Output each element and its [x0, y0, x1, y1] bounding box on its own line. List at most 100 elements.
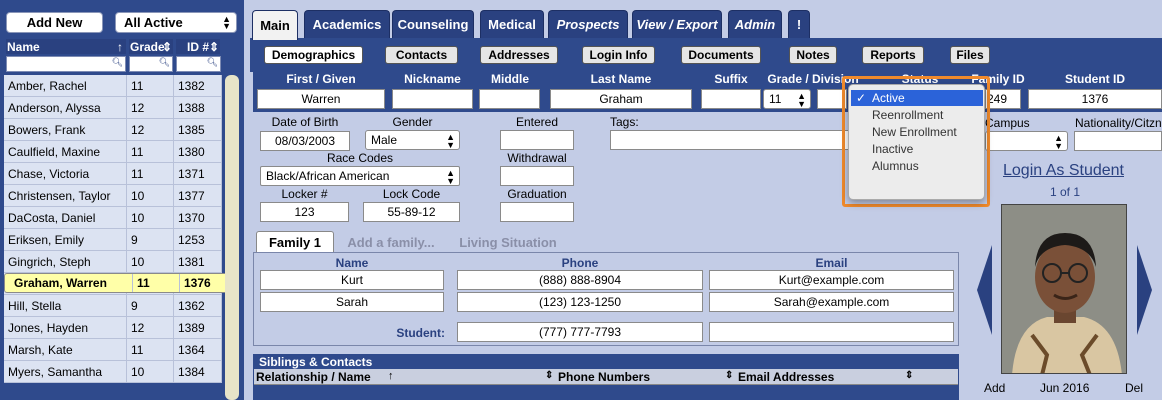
tab-view-export[interactable]: View / Export — [632, 10, 722, 38]
nationality-field[interactable] — [1074, 131, 1162, 151]
middle-name-field[interactable] — [479, 89, 540, 109]
list-scrollbar[interactable] — [225, 75, 239, 400]
select-arrows-icon: ▲ ▼ — [446, 168, 455, 186]
campus-select[interactable]: ▲ ▼ — [985, 131, 1068, 151]
subtab-addresses[interactable]: Addresses — [480, 46, 558, 64]
entered-field[interactable] — [500, 130, 574, 150]
list-cell-id: 1362 — [174, 295, 222, 316]
next-photo-icon[interactable] — [1137, 245, 1152, 335]
status-option-inactive[interactable]: Inactive — [851, 141, 983, 157]
sibling-relationship-header[interactable]: Relationship / Name — [256, 370, 371, 384]
student-phone-field[interactable]: (777) 777-7793 — [457, 322, 703, 342]
nickname-field[interactable] — [392, 89, 473, 109]
status-option-alumnus[interactable]: Alumnus — [851, 158, 983, 174]
list-item[interactable]: Jones, Hayden 12 1389 — [4, 317, 222, 339]
gender-label: Gender — [392, 115, 433, 129]
family-phone-field[interactable]: (123) 123-1250 — [457, 292, 703, 312]
tab-add-family[interactable]: Add a family... — [340, 231, 442, 253]
name-filter-input[interactable]: 🔍︎ — [6, 56, 126, 72]
lockcode-label: Lock Code — [382, 187, 441, 201]
family-name-field[interactable]: Sarah — [260, 292, 444, 312]
column-header-name[interactable]: Name ↑ — [6, 39, 126, 54]
subtab-login-info[interactable]: Login Info — [582, 46, 655, 64]
list-cell-grade: 10 — [127, 185, 174, 206]
status-option-label: New Enrollment — [872, 125, 957, 139]
add-photo-button[interactable]: Add — [984, 381, 1005, 395]
column-header-id[interactable]: ID # ⇕ — [176, 39, 220, 54]
list-item[interactable]: Christensen, Taylor 10 1377 — [4, 185, 222, 207]
last-name-field[interactable]: Graham — [550, 89, 692, 109]
previous-photo-icon[interactable] — [977, 245, 992, 335]
first-name-field[interactable]: Warren — [257, 89, 385, 109]
lockcode-field[interactable]: 55-89-12 — [363, 202, 460, 222]
subtab-reports[interactable]: Reports — [862, 46, 924, 64]
login-as-student-link[interactable]: Login As Student — [1003, 162, 1124, 180]
list-item[interactable]: DaCosta, Daniel 10 1370 — [4, 207, 222, 229]
student-id-field[interactable]: 1376 — [1028, 89, 1162, 109]
tab-living-situation[interactable]: Living Situation — [452, 231, 564, 253]
select-arrows-icon: ▲ ▼ — [797, 91, 806, 109]
list-item[interactable]: Marsh, Kate 11 1364 — [4, 339, 222, 361]
list-item[interactable]: Amber, Rachel 11 1382 — [4, 75, 222, 97]
list-cell-grade: 10 — [127, 251, 174, 272]
subtab-demographics[interactable]: Demographics — [264, 46, 363, 64]
id-filter-input[interactable]: 🔍︎ — [176, 56, 221, 72]
list-item[interactable]: Gingrich, Steph 10 1381 — [4, 251, 222, 273]
subtab-contacts[interactable]: Contacts — [385, 46, 458, 64]
tab-![interactable]: ! — [788, 10, 810, 38]
withdrawal-field[interactable] — [500, 166, 574, 186]
list-cell-grade: 11 — [127, 163, 174, 184]
delete-photo-button[interactable]: Del — [1125, 381, 1143, 395]
suffix-field[interactable] — [701, 89, 761, 109]
race-select[interactable]: Black/African American ▲ ▼ — [260, 166, 460, 186]
grade-filter-input[interactable]: 🔍︎ — [129, 56, 173, 72]
family-email-field[interactable]: Kurt@example.com — [709, 270, 954, 290]
family-email-field[interactable]: Sarah@example.com — [709, 292, 954, 312]
subtab-notes[interactable]: Notes — [789, 46, 837, 64]
status-option-reenrollment[interactable]: Reenrollment — [851, 107, 983, 123]
student-email-field[interactable] — [709, 322, 954, 342]
dob-field[interactable]: 08/03/2003 — [260, 131, 350, 151]
subtab-files[interactable]: Files — [950, 46, 990, 64]
family-phone-field[interactable]: (888) 888-8904 — [457, 270, 703, 290]
gender-select[interactable]: Male ▲ ▼ — [365, 130, 460, 150]
tab-academics[interactable]: Academics — [304, 10, 390, 38]
select-arrows-icon: ▲ ▼ — [446, 132, 455, 150]
subtab-documents[interactable]: Documents — [681, 46, 761, 64]
column-header-grade[interactable]: Grade ⇕ — [129, 39, 173, 54]
grade-select[interactable]: 11 ▲ ▼ — [763, 89, 811, 109]
campus-label: Campus — [985, 116, 1030, 130]
tab-prospects[interactable]: Prospects — [548, 10, 628, 38]
list-item[interactable]: Anderson, Alyssa 12 1388 — [4, 97, 222, 119]
family-id-field[interactable]: 249 — [985, 89, 1021, 109]
tab-counseling[interactable]: Counseling — [392, 10, 474, 38]
list-cell-id: 1377 — [174, 185, 222, 206]
add-new-button[interactable]: Add New — [6, 12, 103, 33]
graduation-field[interactable] — [500, 202, 574, 222]
status-option-active[interactable]: ✓ Active — [851, 90, 983, 106]
checkmark-icon: ✓ — [856, 91, 867, 105]
list-item[interactable]: Graham, Warren 11 1376 — [4, 273, 229, 293]
list-item[interactable]: Hill, Stella 9 1362 — [4, 295, 222, 317]
list-cell-name: Graham, Warren — [10, 274, 133, 292]
locker-field[interactable]: 123 — [260, 202, 349, 222]
filter-select[interactable]: All Active ▲ ▼ — [115, 12, 237, 33]
list-item[interactable]: Eriksen, Emily 9 1253 — [4, 229, 222, 251]
list-item[interactable]: Myers, Samantha 10 1384 — [4, 361, 222, 383]
sibling-email-header[interactable]: Email Addresses — [738, 370, 834, 384]
sibling-phone-header[interactable]: Phone Numbers — [558, 370, 650, 384]
tab-family-1[interactable]: Family 1 — [256, 231, 334, 253]
list-item[interactable]: Caulfield, Maxine 11 1380 — [4, 141, 222, 163]
tab-medical[interactable]: Medical — [480, 10, 544, 38]
status-option-new-enrollment[interactable]: New Enrollment — [851, 124, 983, 140]
list-item[interactable]: Bowers, Frank 12 1385 — [4, 119, 222, 141]
tab-admin[interactable]: Admin — [728, 10, 782, 38]
family-name-field[interactable]: Kurt — [260, 270, 444, 290]
middle-name-label: Middle — [491, 72, 529, 86]
list-item[interactable]: Chase, Victoria 11 1371 — [4, 163, 222, 185]
tags-field[interactable] — [610, 130, 850, 150]
list-cell-id: 1389 — [174, 317, 222, 338]
tab-main[interactable]: Main — [252, 10, 298, 40]
photo-date: Jun 2016 — [1040, 381, 1090, 395]
siblings-title: Siblings & Contacts — [259, 355, 373, 369]
